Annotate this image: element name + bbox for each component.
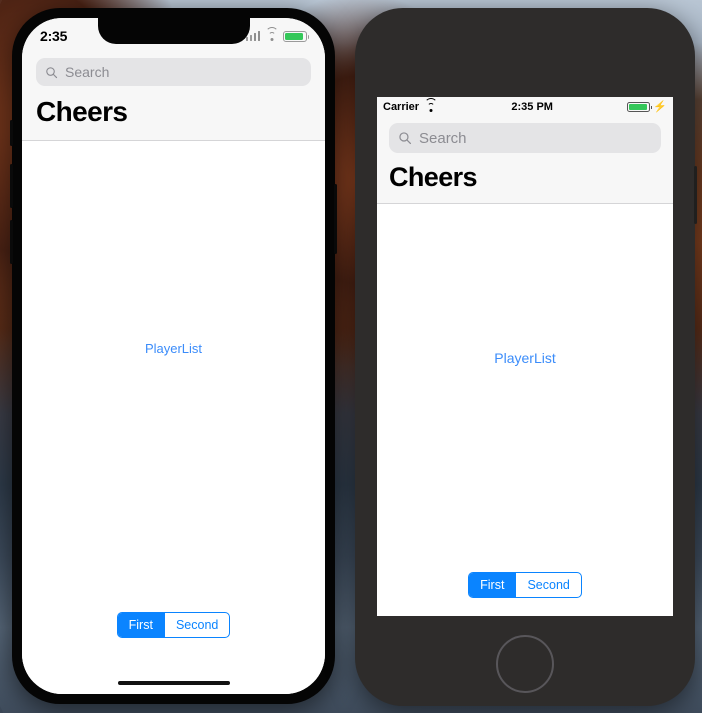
- iphone-x-simulator-window[interactable]: 2:35 Search Cheers PlayerList First Seco…: [10, 8, 337, 704]
- segment-first[interactable]: First: [117, 613, 164, 637]
- search-input[interactable]: Search: [389, 123, 661, 153]
- volume-up-button[interactable]: [10, 164, 13, 208]
- segmented-control[interactable]: First Second: [116, 612, 231, 638]
- segment-second[interactable]: Second: [163, 613, 229, 637]
- header-divider: [22, 140, 325, 141]
- home-indicator[interactable]: [117, 681, 230, 685]
- search-icon: [399, 132, 412, 145]
- volume-down-button[interactable]: [10, 220, 13, 264]
- lightning-bolt-icon: ⚡: [653, 100, 667, 113]
- home-button[interactable]: [496, 635, 554, 693]
- app-content: PlayerList First Second: [377, 219, 673, 616]
- page-title: Cheers: [389, 162, 478, 192]
- app-header: Search Cheers: [377, 117, 673, 203]
- app-content: PlayerList First Second: [22, 163, 325, 694]
- battery-icon: [627, 102, 653, 112]
- notch: [97, 18, 250, 44]
- search-placeholder: Search: [65, 64, 110, 80]
- search-placeholder: Search: [419, 129, 467, 147]
- silent-switch[interactable]: [10, 120, 13, 146]
- status-bar: Carrier 2:35 PM ⚡: [377, 97, 673, 117]
- segment-first[interactable]: First: [469, 573, 516, 597]
- phone-8-screen: Carrier 2:35 PM ⚡ Search Cheers PlayerLi…: [377, 97, 673, 616]
- page-title: Cheers: [36, 96, 128, 127]
- search-input[interactable]: Search: [36, 58, 311, 86]
- power-button[interactable]: [334, 184, 337, 254]
- search-icon: [46, 66, 58, 78]
- iphone-8-simulator-window[interactable]: Carrier 2:35 PM ⚡ Search Cheers PlayerLi…: [355, 8, 697, 706]
- power-button[interactable]: [694, 166, 697, 224]
- header-divider: [377, 203, 673, 204]
- wifi-icon: [265, 27, 278, 41]
- desktop-background: 2:35 Search Cheers PlayerList First Seco…: [0, 0, 702, 713]
- status-bar-clock: 2:35: [40, 28, 68, 44]
- carrier-label: Carrier: [383, 101, 420, 113]
- wifi-icon: [424, 98, 438, 112]
- battery-icon: [283, 30, 309, 42]
- status-bar-clock: 2:35 PM: [511, 101, 553, 113]
- phone-x-screen: 2:35 Search Cheers PlayerList First Seco…: [22, 18, 325, 694]
- segment-second[interactable]: Second: [515, 573, 580, 597]
- playerlist-link[interactable]: PlayerList: [494, 350, 555, 366]
- playerlist-link[interactable]: PlayerList: [145, 341, 202, 356]
- segmented-control[interactable]: First Second: [468, 572, 582, 598]
- app-header: Search Cheers: [22, 50, 325, 140]
